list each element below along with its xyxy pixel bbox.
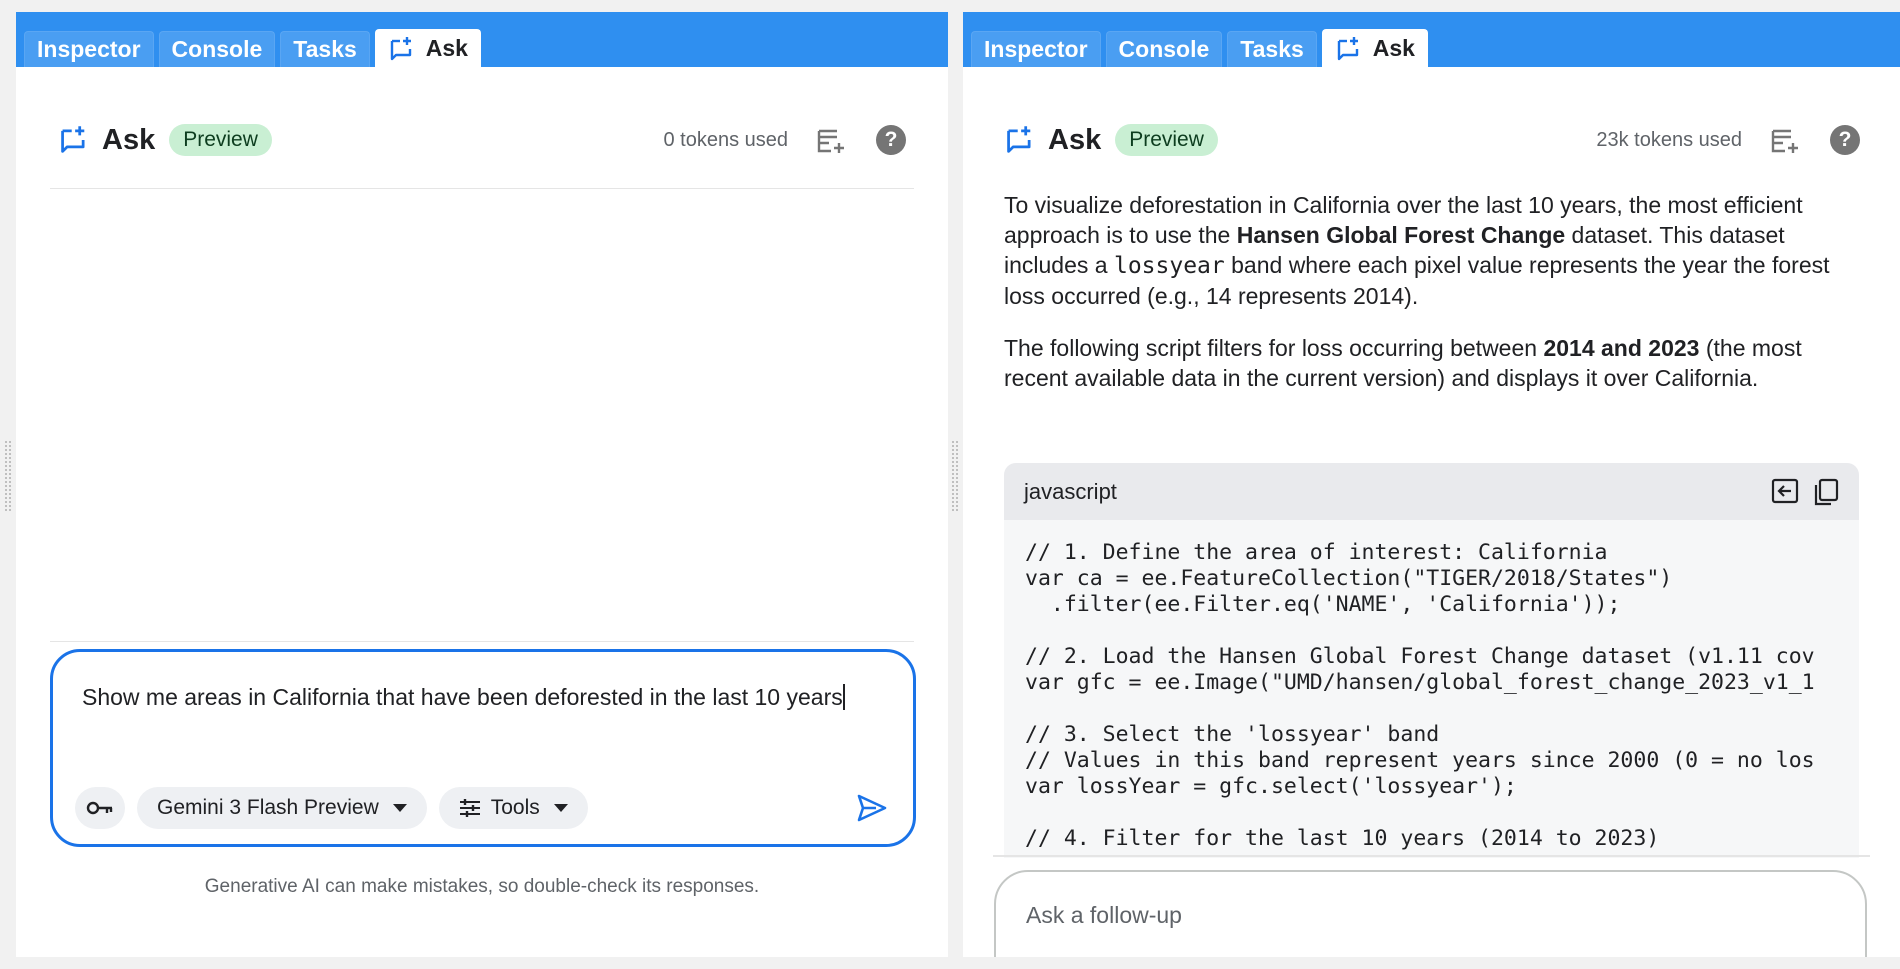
- ask-header: Ask Preview 0 tokens used ?: [58, 112, 906, 168]
- ask-title: Ask: [102, 123, 156, 156]
- tab-inspector[interactable]: Inspector: [24, 31, 154, 67]
- code-block: javascript // 1. Define the area of inte…: [1004, 463, 1859, 858]
- help-icon[interactable]: ?: [876, 125, 906, 155]
- code-content: // 1. Define the area of interest: Calif…: [1025, 540, 1815, 851]
- chevron-down-icon: [392, 804, 407, 812]
- ask-header: Ask Preview 23k tokens used ?: [1004, 112, 1860, 168]
- send-icon: [857, 794, 887, 822]
- response-paragraph: To visualize deforestation in California…: [1004, 192, 1830, 309]
- tokens-used: 0 tokens used: [663, 128, 788, 151]
- tab-console[interactable]: Console: [158, 31, 276, 67]
- dataset-name: Hansen Global Forest Change: [1236, 222, 1566, 248]
- tab-tasks[interactable]: Tasks: [1227, 31, 1317, 67]
- tab-ask[interactable]: Ask: [374, 29, 481, 67]
- left-panel: Inspector Console Tasks Ask Ask Preview …: [16, 12, 948, 957]
- new-chat-icon[interactable]: [814, 123, 848, 157]
- right-panel: Inspector Console Tasks Ask Ask Preview …: [963, 12, 1900, 957]
- ask-icon: [1337, 36, 1358, 60]
- tools-button[interactable]: Tools: [438, 787, 588, 829]
- model-select[interactable]: Gemini 3 Flash Preview: [137, 787, 427, 829]
- tokens-used: 23k tokens used: [1596, 128, 1742, 151]
- divider: [993, 855, 1870, 857]
- year-range: 2014 and 2023: [1543, 335, 1700, 361]
- key-button[interactable]: [75, 787, 125, 829]
- new-chat-icon[interactable]: [1768, 123, 1802, 157]
- follow-up-placeholder: Ask a follow-up: [1026, 902, 1182, 928]
- tab-ask[interactable]: Ask: [1321, 29, 1428, 67]
- disclaimer: Generative AI can make mistakes, so doub…: [204, 876, 760, 897]
- inline-code: lossyear: [1113, 253, 1225, 279]
- tools-icon: [459, 799, 480, 817]
- prompt-text: Show me areas in California that have be…: [82, 684, 843, 710]
- help-icon[interactable]: ?: [1830, 125, 1860, 155]
- tab-bar: Inspector Console Tasks Ask: [963, 12, 1900, 67]
- prompt-input[interactable]: Show me areas in California that have be…: [50, 649, 916, 847]
- preview-badge: Preview: [169, 124, 272, 156]
- model-label: Gemini 3 Flash Preview: [157, 796, 379, 819]
- divider: [50, 188, 914, 189]
- tab-bar: Inspector Console Tasks Ask: [16, 12, 948, 67]
- ask-title: Ask: [1048, 123, 1102, 156]
- insert-code-icon[interactable]: [1771, 478, 1799, 504]
- tab-inspector[interactable]: Inspector: [971, 31, 1101, 67]
- resize-handle[interactable]: [4, 440, 12, 512]
- ask-icon: [1007, 126, 1031, 153]
- tab-tasks[interactable]: Tasks: [280, 31, 370, 67]
- tab-console[interactable]: Console: [1105, 31, 1223, 67]
- follow-up-input[interactable]: Ask a follow-up: [994, 870, 1867, 957]
- text-caret: [842, 684, 845, 710]
- code-block-header: javascript: [1004, 463, 1859, 520]
- code-language: javascript: [1024, 478, 1117, 504]
- tools-label: Tools: [490, 796, 540, 819]
- resize-handle[interactable]: [951, 440, 959, 512]
- ask-icon: [61, 126, 85, 153]
- divider: [50, 641, 914, 642]
- send-button[interactable]: [853, 789, 891, 827]
- response-paragraph: The following script filters for loss oc…: [1004, 335, 1802, 391]
- preview-badge: Preview: [1115, 124, 1218, 156]
- key-icon: [86, 801, 113, 815]
- ask-icon: [390, 36, 411, 60]
- input-toolbar: Gemini 3 Flash Preview Tools: [75, 786, 891, 830]
- chevron-down-icon: [553, 804, 568, 812]
- copy-icon[interactable]: [1813, 478, 1839, 506]
